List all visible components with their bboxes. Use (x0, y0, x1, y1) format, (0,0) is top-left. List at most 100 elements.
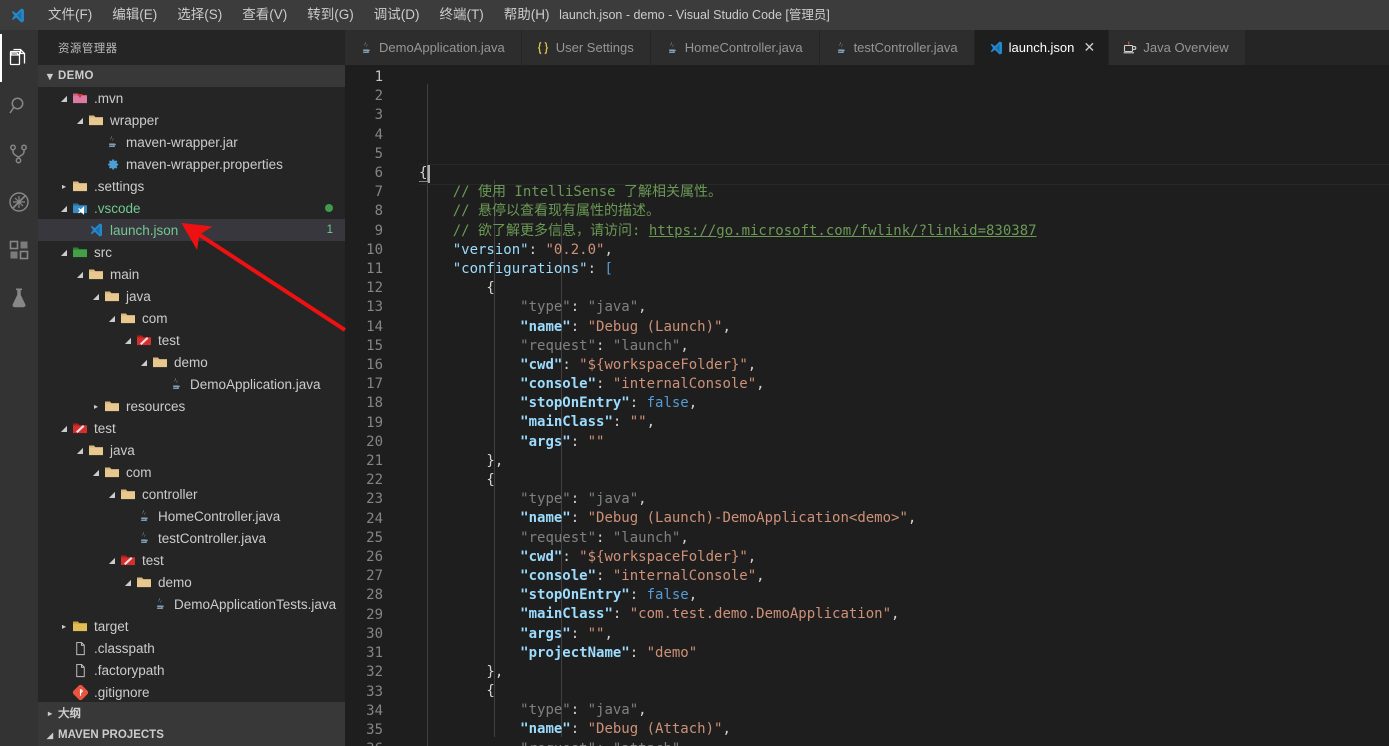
tree-item-demoapplicationtests-java[interactable]: DemoApplicationTests.java (38, 593, 345, 615)
menu-selection[interactable]: 选择(S) (167, 1, 232, 29)
code-line[interactable]: "name": "Debug (Launch)-DemoApplication<… (419, 509, 1389, 528)
tree-item-main[interactable]: ◢main (38, 263, 345, 285)
chevron-down-icon[interactable]: ◢ (106, 483, 118, 505)
tree-item-maven-wrapper-jar[interactable]: maven-wrapper.jar (38, 131, 345, 153)
chevron-down-icon[interactable]: ◢ (122, 329, 134, 351)
editor-tab-user-settings[interactable]: User Settings (522, 30, 651, 65)
tree-item--classpath[interactable]: .classpath (38, 637, 345, 659)
code-line[interactable]: // 使用 IntelliSense 了解相关属性。 (419, 183, 1389, 202)
fold-gutter[interactable] (403, 65, 419, 746)
tree-item--factorypath[interactable]: .factorypath (38, 659, 345, 681)
code-line[interactable]: "type": "java", (419, 490, 1389, 509)
tree-item-com[interactable]: ◢com (38, 307, 345, 329)
workspace-root-header[interactable]: ▾ DEMO (38, 65, 345, 87)
code-editor[interactable]: 1234567891011121314151617181920212223242… (345, 65, 1389, 746)
code-line[interactable]: "type": "java", (419, 298, 1389, 317)
close-icon[interactable]: ✕ (1080, 39, 1098, 56)
code-line[interactable]: // 悬停以查看现有属性的描述。 (419, 202, 1389, 221)
tree-item-com[interactable]: ◢com (38, 461, 345, 483)
code-line[interactable]: "name": "Debug (Launch)", (419, 318, 1389, 337)
tree-item-src[interactable]: ◢src (38, 241, 345, 263)
chevron-right-icon[interactable]: ▸ (58, 175, 70, 197)
menu-debug[interactable]: 调试(D) (364, 1, 430, 29)
chevron-down-icon[interactable]: ◢ (74, 439, 86, 461)
tree-item-test[interactable]: ◢test (38, 549, 345, 571)
tree-item-test[interactable]: ◢test (38, 329, 345, 351)
chevron-down-icon[interactable]: ◢ (106, 307, 118, 329)
tree-item--vscode[interactable]: ◢.vscode (38, 197, 345, 219)
code-line[interactable]: "cwd": "${workspaceFolder}", (419, 356, 1389, 375)
code-line[interactable]: "mainClass": "com.test.demo.DemoApplicat… (419, 605, 1389, 624)
tree-item-test[interactable]: ◢test (38, 417, 345, 439)
panel-outline[interactable]: ▸大纲 (38, 702, 345, 724)
menu-terminal[interactable]: 终端(T) (430, 1, 494, 29)
tree-item-launch-json[interactable]: launch.json1 (38, 219, 345, 241)
code-line[interactable]: { (419, 471, 1389, 490)
activity-bar[interactable] (0, 30, 38, 746)
code-line[interactable]: "console": "internalConsole", (419, 567, 1389, 586)
tree-item-wrapper[interactable]: ◢wrapper (38, 109, 345, 131)
code-line[interactable]: }, (419, 452, 1389, 471)
tree-item-homecontroller-java[interactable]: HomeController.java (38, 505, 345, 527)
editor-tab-bar[interactable]: DemoApplication.javaUser SettingsHomeCon… (345, 30, 1389, 65)
chevron-down-icon[interactable]: ◢ (138, 351, 150, 373)
chevron-down-icon[interactable]: ◢ (90, 461, 102, 483)
menu-go[interactable]: 转到(G) (297, 1, 364, 29)
code-line[interactable]: // 欲了解更多信息，请访问: https://go.microsoft.com… (419, 222, 1389, 241)
code-line[interactable]: { (419, 682, 1389, 701)
code-line[interactable]: "args": "", (419, 625, 1389, 644)
code-line[interactable]: "request": "launch", (419, 529, 1389, 548)
menu-file[interactable]: 文件(F) (38, 1, 102, 29)
code-line[interactable]: "name": "Debug (Attach)", (419, 720, 1389, 739)
code-line[interactable]: "stopOnEntry": false, (419, 394, 1389, 413)
menu-bar[interactable]: 文件(F)编辑(E)选择(S)查看(V)转到(G)调试(D)终端(T)帮助(H) (34, 0, 560, 30)
tree-item-resources[interactable]: ▸resources (38, 395, 345, 417)
code-line[interactable]: "projectName": "demo" (419, 644, 1389, 663)
tree-item-demo[interactable]: ◢demo (38, 571, 345, 593)
chevron-right-icon[interactable]: ▸ (58, 615, 70, 637)
code-line[interactable]: "stopOnEntry": false, (419, 586, 1389, 605)
code-line[interactable]: "args": "" (419, 433, 1389, 452)
activity-extensions-icon[interactable] (0, 226, 38, 274)
menu-view[interactable]: 查看(V) (232, 1, 297, 29)
menu-edit[interactable]: 编辑(E) (102, 1, 167, 29)
chevron-down-icon[interactable]: ◢ (74, 109, 86, 131)
tree-item-demoapplication-java[interactable]: DemoApplication.java (38, 373, 345, 395)
tree-item-testcontroller-java[interactable]: testController.java (38, 527, 345, 549)
code-line[interactable]: "request": "launch", (419, 337, 1389, 356)
explorer-tree[interactable]: ▾ DEMO ◢.mvn◢wrappermaven-wrapper.jarmav… (38, 65, 345, 702)
tree-item-java[interactable]: ◢java (38, 439, 345, 461)
tree-item-maven-wrapper-properties[interactable]: maven-wrapper.properties (38, 153, 345, 175)
activity-testing-beaker-icon[interactable] (0, 274, 38, 322)
editor-tab-testcontroller-java[interactable]: testController.java (820, 30, 975, 65)
code-line[interactable]: "type": "java", (419, 701, 1389, 720)
chevron-down-icon[interactable]: ◢ (58, 241, 70, 263)
code-line[interactable]: "request": "attach", (419, 740, 1389, 746)
code-content[interactable]: { // 使用 IntelliSense 了解相关属性。 // 悬停以查看现有属… (419, 65, 1389, 746)
activity-explorer-files-icon[interactable] (0, 34, 38, 82)
chevron-down-icon[interactable]: ◢ (74, 263, 86, 285)
chevron-down-icon[interactable]: ◢ (122, 571, 134, 593)
chevron-right-icon[interactable]: ▸ (90, 395, 102, 417)
code-line[interactable]: "version": "0.2.0", (419, 241, 1389, 260)
panel-maven-projects[interactable]: ◢MAVEN PROJECTS (38, 724, 345, 746)
code-line[interactable]: { (419, 164, 1389, 183)
editor-tab-java-overview[interactable]: Java Overview (1109, 30, 1245, 65)
code-line[interactable]: "cwd": "${workspaceFolder}", (419, 548, 1389, 567)
chevron-down-icon[interactable]: ◢ (58, 197, 70, 219)
tree-item-controller[interactable]: ◢controller (38, 483, 345, 505)
code-line[interactable]: "mainClass": "", (419, 413, 1389, 432)
chevron-down-icon[interactable]: ◢ (58, 417, 70, 439)
chevron-down-icon[interactable]: ◢ (58, 87, 70, 109)
tree-item-java[interactable]: ◢java (38, 285, 345, 307)
code-line[interactable]: "configurations": [ (419, 260, 1389, 279)
chevron-down-icon[interactable]: ◢ (106, 549, 118, 571)
editor-tab-launch-json[interactable]: launch.json✕ (975, 30, 1110, 65)
code-line[interactable]: "console": "internalConsole", (419, 375, 1389, 394)
code-line[interactable]: }, (419, 663, 1389, 682)
editor-tab-homecontroller-java[interactable]: HomeController.java (651, 30, 820, 65)
tree-item--gitignore[interactable]: .gitignore (38, 681, 345, 702)
chevron-down-icon[interactable]: ◢ (90, 285, 102, 307)
tree-item-target[interactable]: ▸target (38, 615, 345, 637)
code-line[interactable]: { (419, 279, 1389, 298)
